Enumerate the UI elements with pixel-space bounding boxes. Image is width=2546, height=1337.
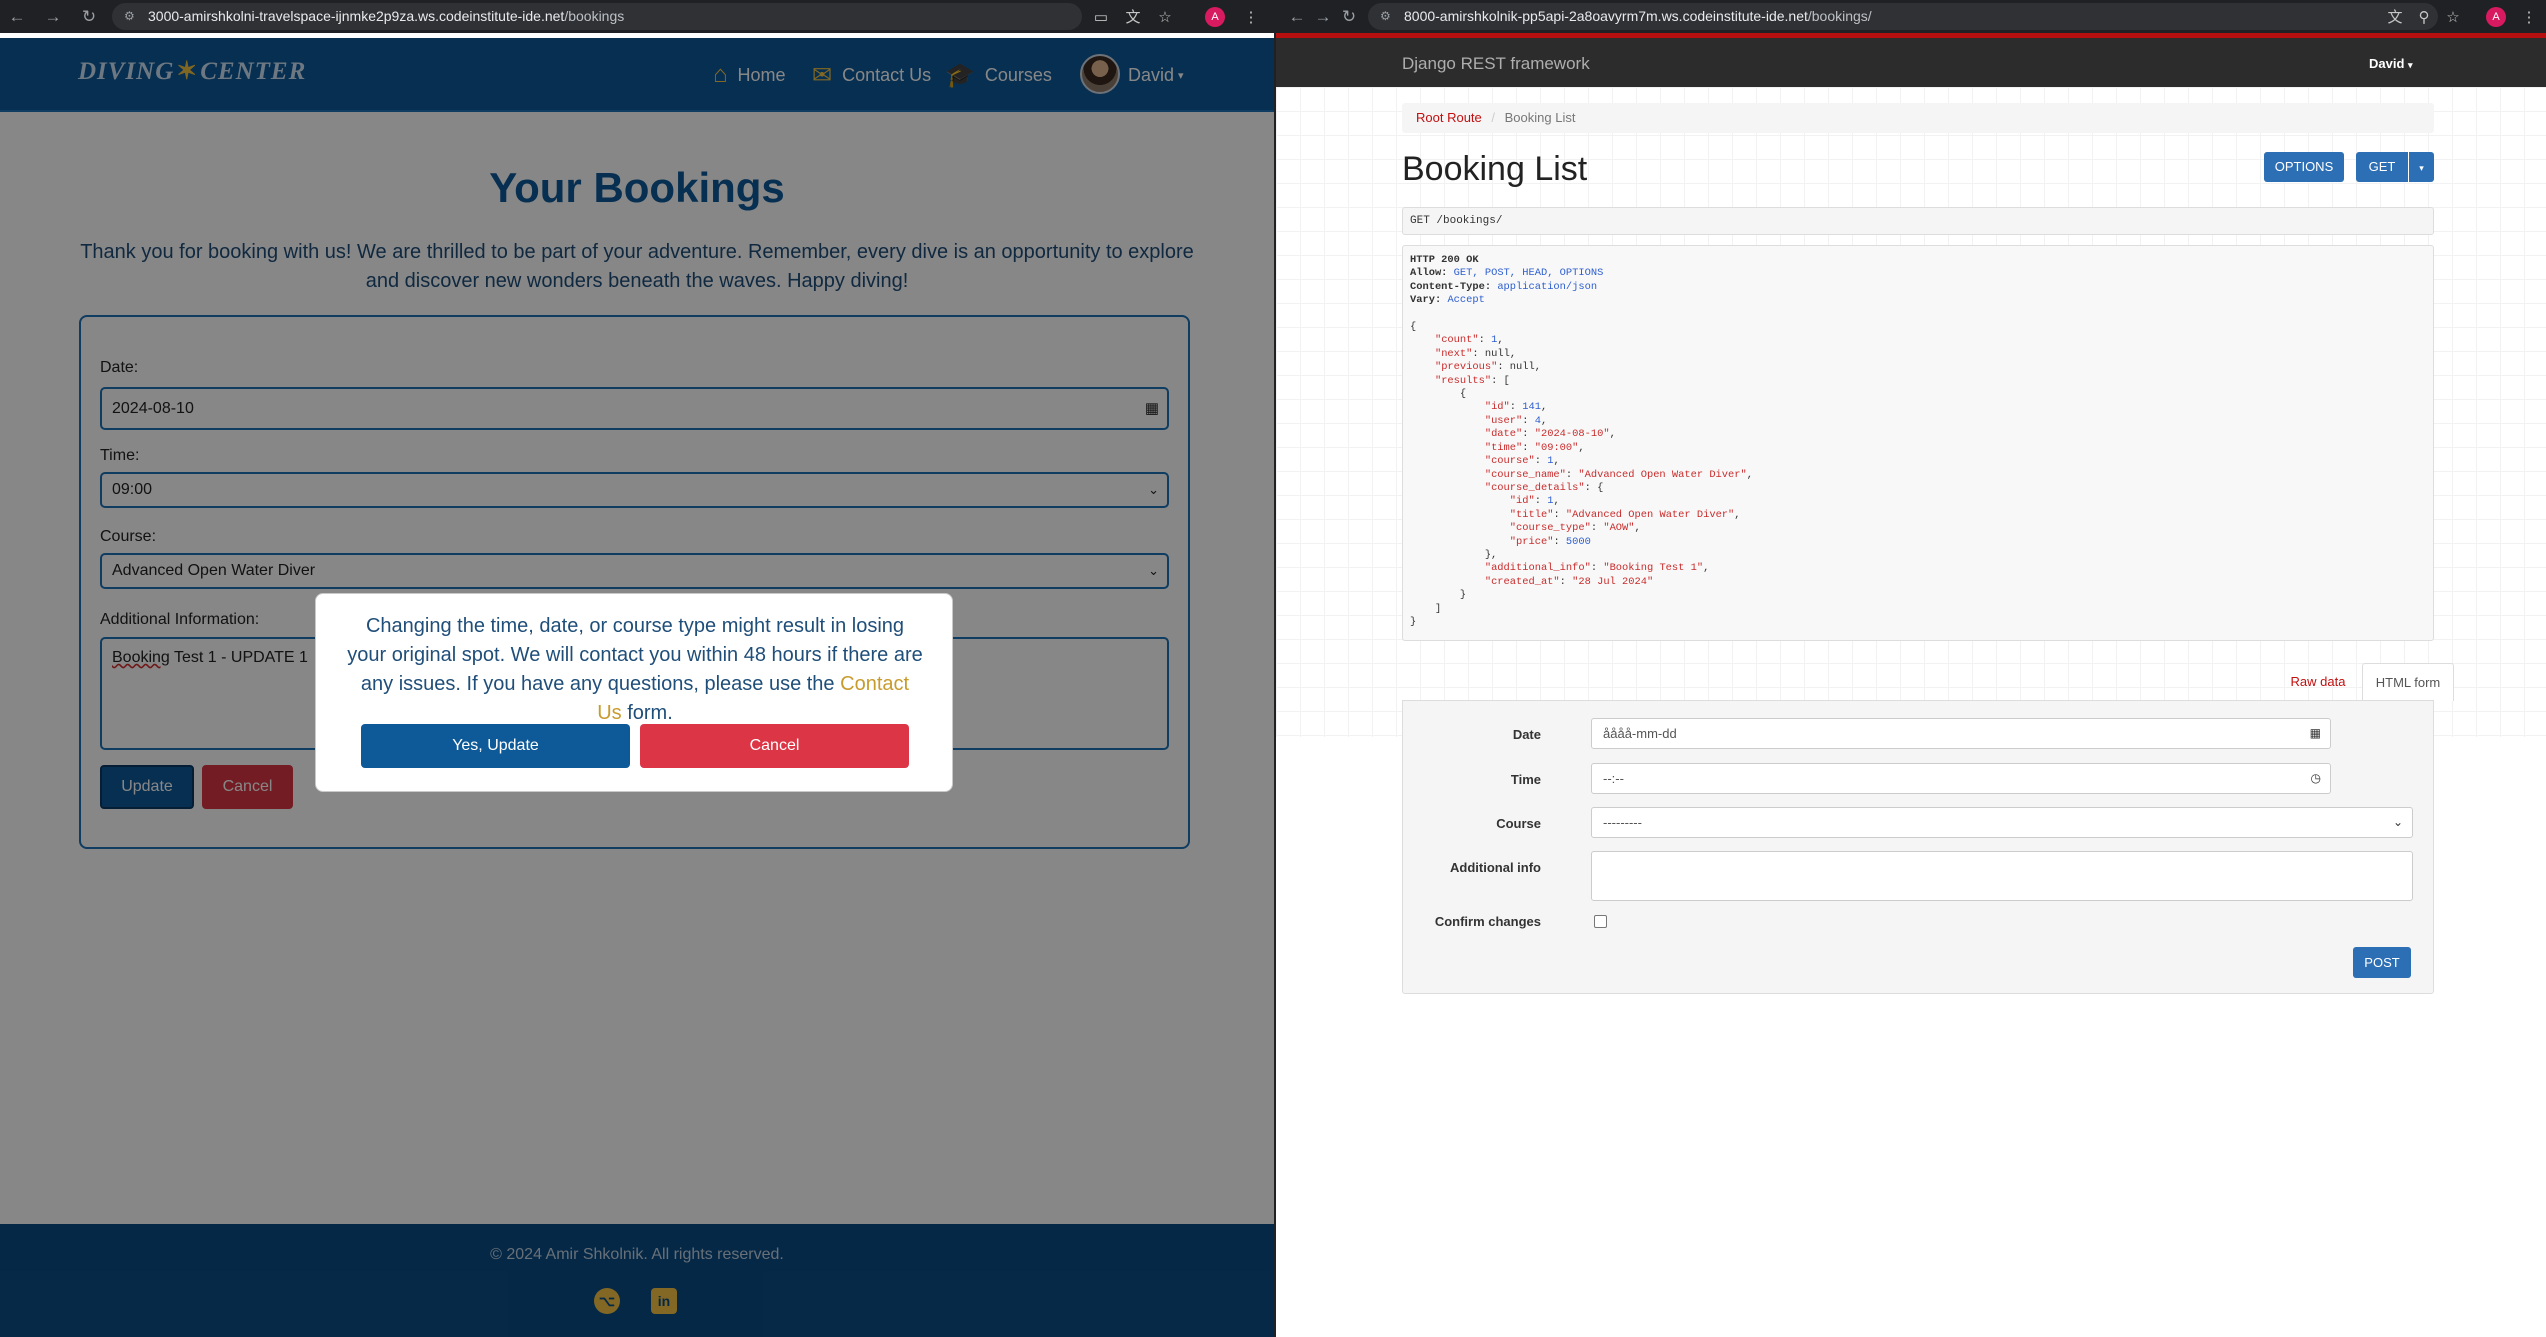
menu-kebab-icon[interactable]: ⋮ xyxy=(1238,0,1264,33)
drf-html-form: Date åååå-mm-dd ▦ Time --:-- ◷ Course ----… xyxy=(1402,700,2434,994)
drf-date-placeholder: åååå-mm-dd xyxy=(1603,726,1677,741)
breadcrumb-root-link[interactable]: Root Route xyxy=(1416,110,1482,125)
form-tabs: Raw data HTML form xyxy=(1402,663,2454,701)
tab-raw-data[interactable]: Raw data xyxy=(2278,663,2358,701)
profile-avatar[interactable]: A xyxy=(1205,7,1225,27)
drf-additional-info-textarea[interactable] xyxy=(1591,851,2413,901)
reload-icon[interactable]: ↻ xyxy=(76,0,102,33)
json-id: 141 xyxy=(1522,401,1541,414)
right-url-path: /bookings/ xyxy=(1807,8,1872,24)
drf-time-placeholder: --:-- xyxy=(1603,771,1624,786)
translate-icon[interactable]: 文 xyxy=(2382,0,2408,33)
post-button[interactable]: POST xyxy=(2353,947,2411,978)
caret-down-icon: ▾ xyxy=(2419,163,2424,173)
left-url-host: 3000-amirshkolni-travelspace-ijnmke2p9za… xyxy=(148,8,565,24)
bookmark-star-icon[interactable]: ☆ xyxy=(1152,0,1178,33)
response-vary: Accept xyxy=(1447,294,1485,307)
json-cd-id: 1 xyxy=(1547,495,1554,508)
drf-page-title: Booking List xyxy=(1402,150,1588,188)
drf-brand[interactable]: Django REST framework xyxy=(1402,54,1590,74)
get-button[interactable]: GET xyxy=(2356,152,2408,182)
drf-time-label: Time xyxy=(1510,772,1541,787)
drf-course-label: Course xyxy=(1496,816,1541,831)
json-time: "09:00" xyxy=(1534,441,1579,454)
json-previous: null xyxy=(1509,361,1535,374)
modal-text-after: form. xyxy=(621,702,673,724)
breadcrumb-current: Booking List xyxy=(1504,110,1576,125)
bookmark-star-icon[interactable]: ☆ xyxy=(2440,0,2466,33)
calendar-icon[interactable]: ▦ xyxy=(2310,719,2321,748)
response-status: HTTP 200 OK xyxy=(1410,254,1479,266)
back-icon[interactable]: ← xyxy=(1284,0,1310,33)
right-address-bar[interactable]: ⚙ 8000-amirshkolnik-pp5api-2a8oavyrm7m.w… xyxy=(1368,3,2438,30)
json-next: null xyxy=(1484,347,1510,360)
drf-time-input[interactable]: --:-- ◷ xyxy=(1591,763,2331,794)
profile-avatar[interactable]: A xyxy=(2486,7,2506,27)
tab-html-form[interactable]: HTML form xyxy=(2362,663,2454,701)
confirm-update-modal: Changing the time, date, or course type … xyxy=(315,593,953,792)
json-course: 1 xyxy=(1547,455,1554,468)
zoom-icon[interactable]: ⚲ xyxy=(2411,0,2437,33)
right-browser-toolbar: ← → ↻ ⚙ 8000-amirshkolnik-pp5api-2a8oavy… xyxy=(1276,0,2546,33)
json-created-at: "28 Jul 2024" xyxy=(1572,575,1654,588)
left-address-bar[interactable]: ⚙ 3000-amirshkolni-travelspace-ijnmke2p9… xyxy=(112,3,1082,30)
modal-cancel-button[interactable]: Cancel xyxy=(640,724,909,768)
json-additional-info: "Booking Test 1" xyxy=(1603,562,1704,575)
chevron-down-icon: ⌄ xyxy=(2392,815,2403,829)
translate-icon[interactable]: 文 xyxy=(1120,0,1146,33)
drf-date-input[interactable]: åååå-mm-dd ▦ xyxy=(1591,718,2331,749)
drf-course-select[interactable]: --------- ⌄ xyxy=(1591,807,2413,838)
get-format-dropdown[interactable]: ▾ xyxy=(2409,152,2434,182)
drf-additional-info-label: Additional info xyxy=(1450,860,1541,875)
modal-message: Changing the time, date, or course type … xyxy=(346,612,924,728)
left-browser-window: ← → ↻ ⚙ 3000-amirshkolni-travelspace-ijn… xyxy=(0,0,1274,1337)
drf-confirm-label: Confirm changes xyxy=(1434,914,1541,929)
json-course-name: "Advanced Open Water Diver" xyxy=(1578,468,1747,481)
json-cd-course-type: "AOW" xyxy=(1603,522,1635,535)
response-allow: GET, POST, HEAD, OPTIONS xyxy=(1453,267,1604,280)
drf-user-dropdown[interactable]: David ▾ xyxy=(2369,56,2413,71)
right-browser-window: ← → ↻ ⚙ 8000-amirshkolnik-pp5api-2a8oavy… xyxy=(1276,0,2546,1337)
left-browser-toolbar: ← → ↻ ⚙ 3000-amirshkolni-travelspace-ijn… xyxy=(0,0,1274,33)
clock-icon[interactable]: ◷ xyxy=(2311,764,2321,793)
site-info-icon[interactable]: ⚙ xyxy=(124,3,135,30)
yes-update-button[interactable]: Yes, Update xyxy=(361,724,630,768)
back-icon[interactable]: ← xyxy=(4,0,30,33)
json-date: "2024-08-10" xyxy=(1534,428,1610,441)
site-info-icon[interactable]: ⚙ xyxy=(1380,3,1391,30)
caret-down-icon: ▾ xyxy=(2408,60,2413,70)
drf-navbar: Django REST framework David ▾ xyxy=(1276,33,2546,87)
right-url-host: 8000-amirshkolnik-pp5api-2a8oavyrm7m.ws.… xyxy=(1404,8,1808,24)
json-cd-title: "Advanced Open Water Diver" xyxy=(1565,508,1735,521)
menu-kebab-icon[interactable]: ⋮ xyxy=(2516,0,2542,33)
json-cd-price: 5000 xyxy=(1565,535,1591,548)
cast-icon[interactable]: ▭ xyxy=(1088,0,1114,33)
forward-icon[interactable]: → xyxy=(40,0,66,33)
modal-text-before: Changing the time, date, or course type … xyxy=(347,615,923,695)
forward-icon[interactable]: → xyxy=(1310,0,1336,33)
confirm-changes-checkbox[interactable] xyxy=(1594,915,1607,928)
drf-user-label: David xyxy=(2369,56,2405,71)
left-url-path: /bookings xyxy=(564,8,625,24)
request-info: GET /bookings/ xyxy=(1402,207,2434,235)
drf-date-label: Date xyxy=(1512,727,1541,742)
json-count: 1 xyxy=(1491,334,1498,347)
options-button[interactable]: OPTIONS xyxy=(2264,152,2344,182)
breadcrumb: Root Route / Booking List xyxy=(1402,103,2434,133)
drf-course-value: --------- xyxy=(1603,815,1642,830)
response-content-type: application/json xyxy=(1497,280,1598,293)
reload-icon[interactable]: ↻ xyxy=(1336,0,1362,33)
response-body: HTTP 200 OK Allow: GET, POST, HEAD, OPTI… xyxy=(1402,245,2434,641)
json-user: 4 xyxy=(1534,414,1541,427)
